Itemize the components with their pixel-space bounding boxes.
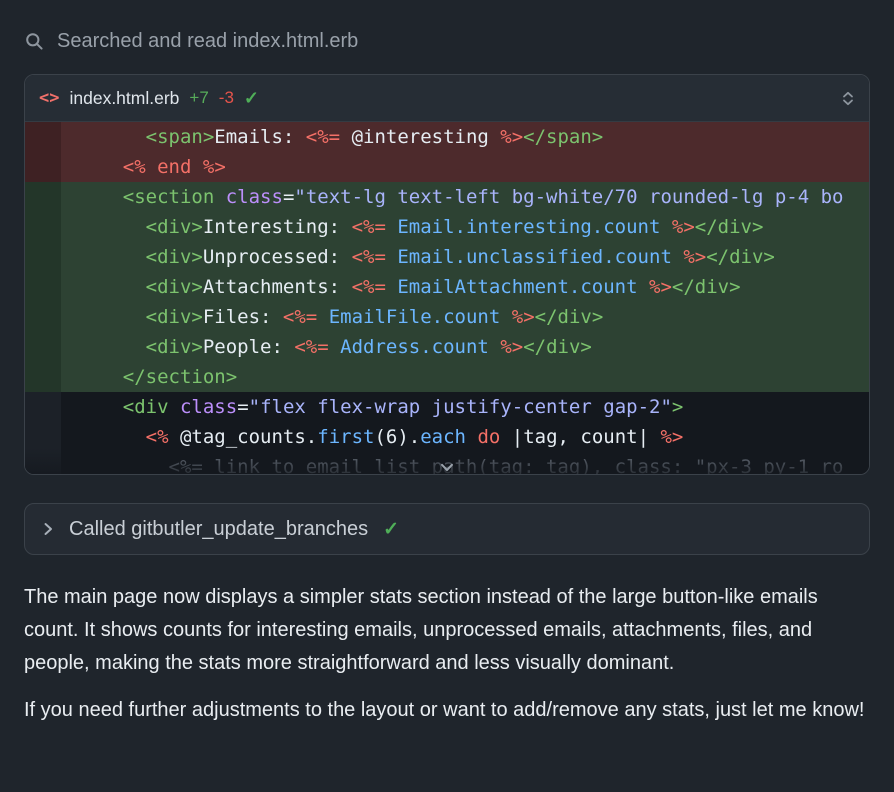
diff-line-removed: <% end %> (25, 152, 869, 182)
diff-line-removed: <span>Emails: <%= @interesting %></span> (25, 122, 869, 152)
diff-line-gutter (25, 242, 61, 272)
diff-line-gutter (25, 302, 61, 332)
code-icon: <> (39, 88, 59, 108)
diff-line-gutter (25, 332, 61, 362)
tool-call-label: Called gitbutler_update_branches (69, 518, 368, 541)
diff-line-gutter (25, 182, 61, 212)
diff-line-context: <div class="flex flex-wrap justify-cente… (25, 392, 869, 422)
diff-line-context: <% @tag_counts.first(6).each do |tag, co… (25, 422, 869, 452)
chat-transcript: Searched and read index.html.erb <> inde… (0, 0, 894, 727)
diff-line-gutter (25, 122, 61, 152)
tool-status-text: Searched and read index.html.erb (57, 30, 358, 53)
diff-code-area[interactable]: <span>Emails: <%= @interesting %></span>… (25, 122, 869, 474)
diff-line-gutter (25, 212, 61, 242)
diff-additions-count: +7 (189, 88, 208, 108)
expand-collapse-icon[interactable] (841, 90, 855, 107)
diff-line-added: <div>People: <%= Address.count %></div> (25, 332, 869, 362)
success-check-icon: ✓ (383, 518, 399, 541)
success-check-icon: ✓ (244, 88, 259, 109)
diff-code-lines: <span>Emails: <%= @interesting %></span>… (25, 122, 869, 474)
diff-line-added: <section class="text-lg text-left bg-whi… (25, 182, 869, 212)
diff-line-added: <div>Unprocessed: <%= Email.unclassified… (25, 242, 869, 272)
chevron-right-icon (42, 521, 54, 537)
diff-line-gutter (25, 422, 61, 452)
diff-line-gutter (25, 152, 61, 182)
diff-line-gutter (25, 392, 61, 422)
diff-line-added: <div>Attachments: <%= EmailAttachment.co… (25, 272, 869, 302)
scroll-down-icon[interactable] (439, 462, 456, 473)
diff-line-gutter (25, 362, 61, 392)
tool-status-row: Searched and read index.html.erb (24, 28, 870, 54)
diff-deletions-count: -3 (219, 88, 234, 108)
diff-header[interactable]: <> index.html.erb +7 -3 ✓ (25, 75, 869, 122)
diff-line-added: <div>Files: <%= EmailFile.count %></div> (25, 302, 869, 332)
diff-line-gutter (25, 272, 61, 302)
tool-call-row[interactable]: Called gitbutler_update_branches ✓ (24, 503, 870, 555)
diff-line-added: </section> (25, 362, 869, 392)
code-diff-panel: <> index.html.erb +7 -3 ✓ <span>Emails: … (24, 74, 870, 475)
search-icon (24, 31, 44, 51)
diff-line-added: <div>Interesting: <%= Email.interesting.… (25, 212, 869, 242)
diff-filename: index.html.erb (69, 88, 179, 109)
assistant-message-paragraph: If you need further adjustments to the l… (24, 694, 870, 727)
diff-line-gutter (25, 452, 61, 474)
assistant-message-paragraph: The main page now displays a simpler sta… (24, 581, 870, 680)
